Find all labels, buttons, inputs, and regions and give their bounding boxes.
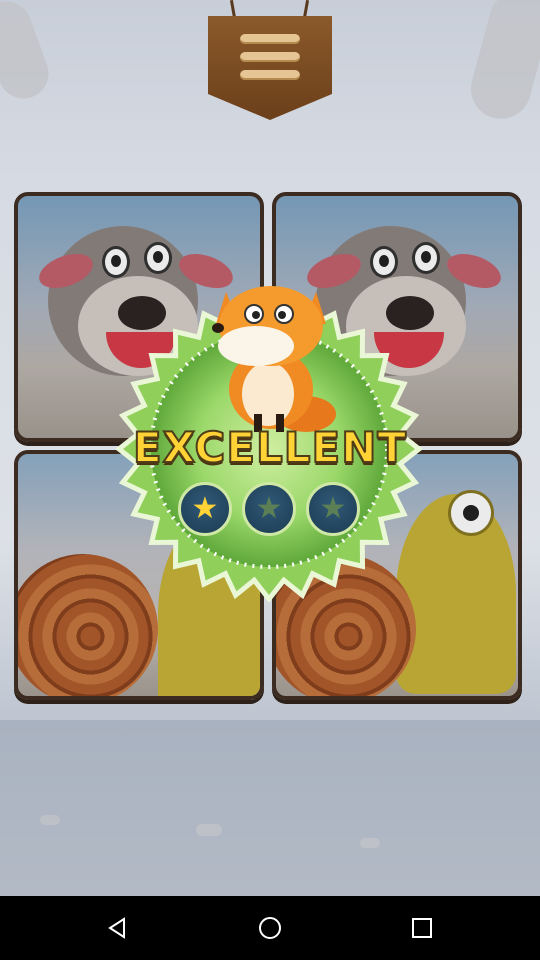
star-slot-3: ★	[306, 482, 360, 536]
menu-bar	[240, 70, 300, 80]
result-title: EXCELLENT	[132, 422, 408, 473]
fox-mascot-icon	[212, 286, 336, 432]
menu-bar	[240, 52, 300, 62]
menu-bar	[240, 34, 300, 44]
star-slot-1: ★	[178, 482, 232, 536]
star-empty-icon: ★	[319, 491, 347, 526]
back-icon[interactable]	[98, 908, 138, 948]
star-filled-icon: ★	[191, 491, 219, 526]
star-slot-2: ★	[242, 482, 296, 536]
home-icon[interactable]	[250, 908, 290, 948]
paw-print-decoration	[360, 838, 380, 848]
recents-icon[interactable]	[402, 908, 442, 948]
floor-area	[0, 720, 540, 896]
system-navbar	[0, 896, 540, 960]
star-rating: ★ ★ ★	[178, 482, 362, 538]
paw-print-decoration	[196, 824, 222, 836]
paw-print-decoration	[40, 815, 60, 825]
star-empty-icon: ★	[255, 491, 283, 526]
